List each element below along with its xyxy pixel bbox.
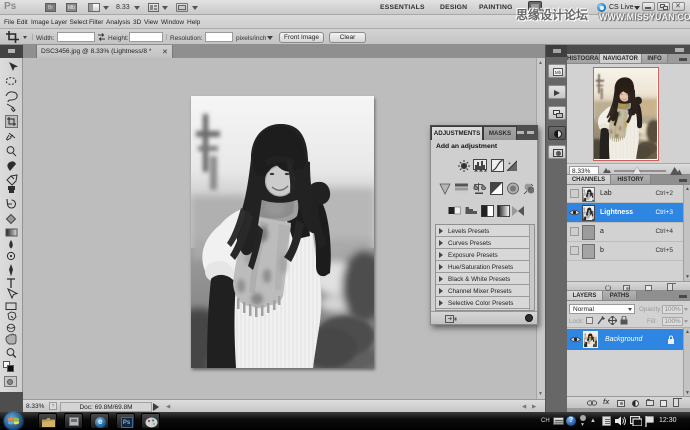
svg-text:+: +	[508, 161, 511, 167]
